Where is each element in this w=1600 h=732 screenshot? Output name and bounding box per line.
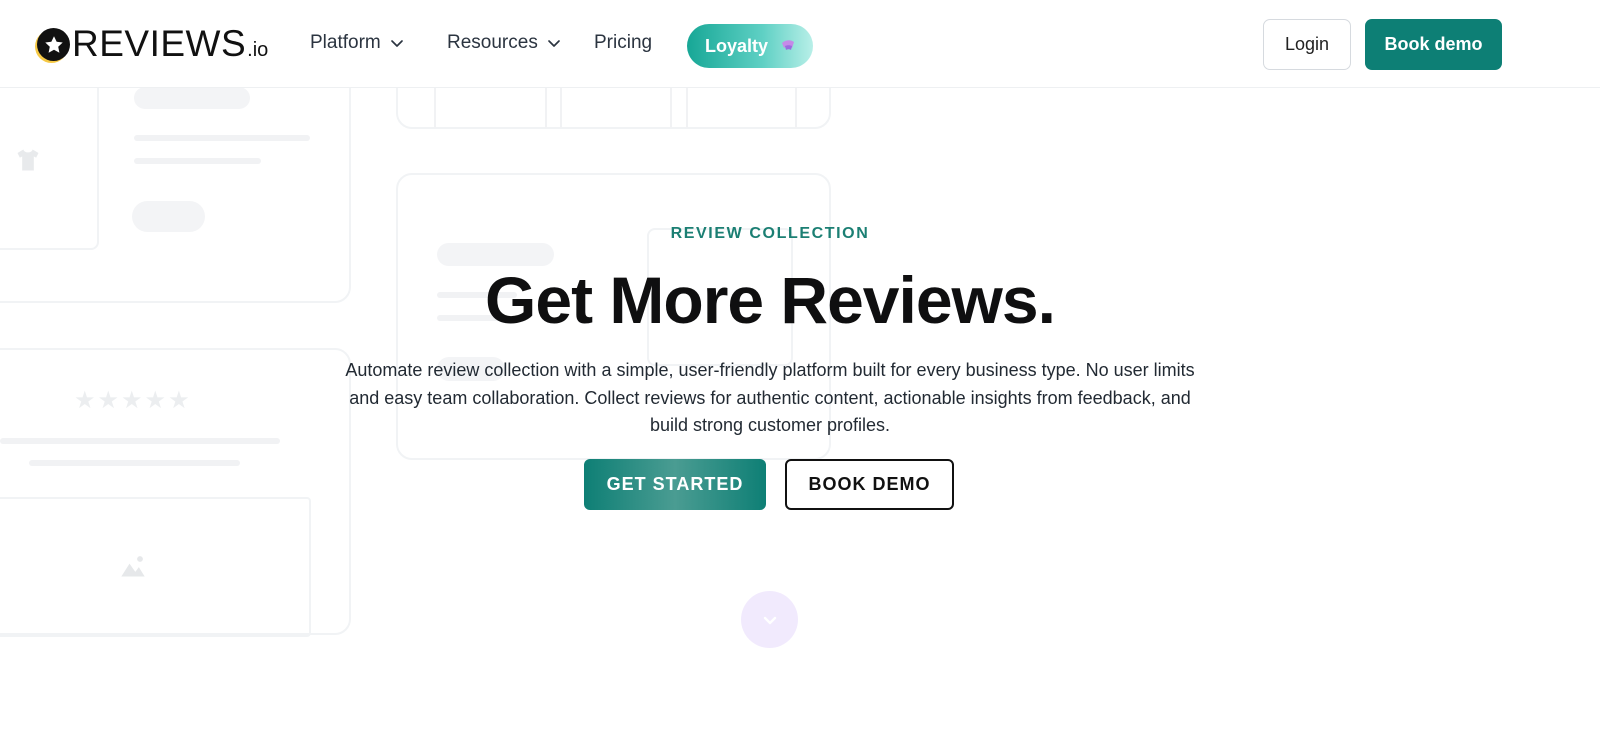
logo-tld: .io	[247, 39, 269, 61]
hero-description: Automate review collection with a simple…	[345, 360, 1195, 435]
mock-line	[134, 135, 310, 141]
shirt-icon	[17, 149, 39, 171]
nav-platform-dropdown[interactable]: Platform	[310, 32, 405, 54]
chevron-down-icon	[763, 616, 776, 624]
loyalty-label: Loyalty	[705, 35, 769, 56]
mock-image-frame	[0, 497, 311, 637]
nav-pricing-label: Pricing	[594, 32, 653, 53]
chevron-down-icon	[390, 40, 403, 47]
top-navigation: REVIEWS .io Platform Resources Pricing L…	[0, 0, 1600, 88]
login-button[interactable]: Login	[1263, 19, 1351, 70]
mock-line	[29, 460, 240, 466]
mock-line	[0, 438, 280, 444]
mock-pill	[134, 87, 250, 109]
nav-resources-dropdown[interactable]: Resources	[447, 32, 562, 54]
nav-resources-label: Resources	[447, 32, 538, 53]
book-demo-button[interactable]: Book demo	[1365, 19, 1502, 70]
book-demo-hero-button[interactable]: BOOK DEMO	[785, 459, 954, 510]
nav-pricing-link[interactable]: Pricing	[594, 32, 652, 54]
get-started-button[interactable]: GET STARTED	[584, 459, 766, 510]
reviews-io-logo[interactable]: REVIEWS .io	[37, 23, 269, 64]
sparkle-icon	[782, 40, 795, 50]
hero-eyebrow: REVIEW COLLECTION	[670, 225, 870, 242]
mock-line	[134, 158, 261, 164]
loyalty-button[interactable]: Loyalty	[687, 24, 813, 68]
star-rating-icon: ★★★★★	[74, 387, 192, 414]
star-badge-icon	[37, 28, 70, 61]
nav-platform-label: Platform	[310, 32, 381, 53]
hero-headline: Get More Reviews.	[485, 263, 1056, 337]
chevron-down-icon	[547, 40, 560, 47]
scroll-down-button[interactable]	[741, 591, 798, 648]
logo-wordmark: REVIEWS	[72, 23, 247, 64]
image-icon	[121, 556, 145, 577]
